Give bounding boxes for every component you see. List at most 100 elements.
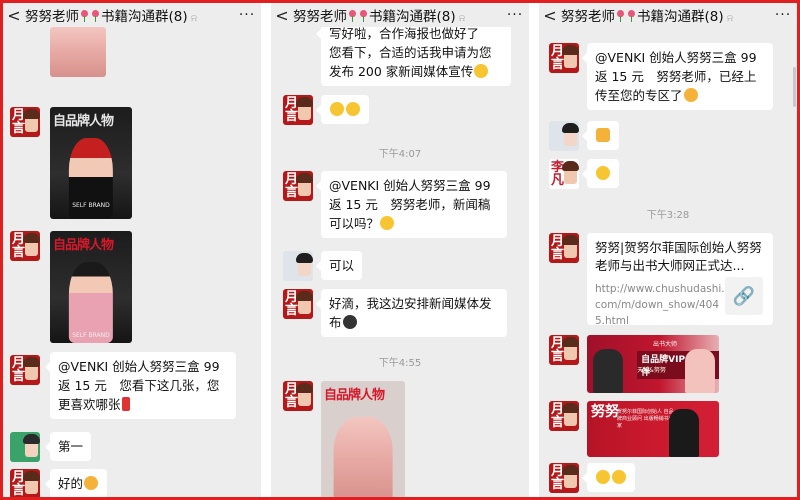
banner-person: [669, 409, 699, 457]
message-text: 写好啦，合作海报也做好了 您看下，合适的话我申请为您发布 200 家新闻媒体宣传: [329, 27, 492, 79]
message-bubble[interactable]: 好滴，我这边安排新闻媒体发布: [316, 289, 507, 337]
tulip-icon: [627, 10, 636, 22]
message-bubble[interactable]: 可以: [315, 251, 363, 280]
message-bubble[interactable]: [582, 159, 619, 188]
avatar[interactable]: 月言: [10, 107, 40, 137]
banner2-lines: 贺努尔菲国际创始人 自品牌商业顾问 出版畅销书作家: [617, 409, 674, 429]
message-bubble[interactable]: 第一: [44, 432, 92, 461]
avatar[interactable]: 李凡: [549, 159, 579, 189]
chat-title[interactable]: 努努老师 书籍沟通群(8) ⍾: [293, 5, 501, 25]
title-suffix: 书籍沟通群(8): [637, 9, 724, 25]
link-title: 努努|贺努尔菲国际创始人努努老师与出书大师网正式达...: [595, 240, 762, 273]
message-text: 可以: [329, 258, 355, 273]
avatar[interactable]: 月言: [283, 381, 313, 411]
avatar[interactable]: 月言: [283, 289, 313, 319]
link-card[interactable]: 努努|贺努尔菲国际创始人努努老师与出书大师网正式达... http://www.…: [587, 233, 773, 327]
vip-partner-banner-image[interactable]: 出书大师 自品牌VIP合作伙伴 天城&努努: [587, 335, 719, 393]
chat-header: < 努努老师 书籍沟通群(8) ⍾ ···: [539, 3, 797, 27]
avatar[interactable]: 月言: [549, 401, 579, 431]
chat-header: < 努努老师 书籍沟通群(8) ⍾ ···: [271, 3, 529, 27]
back-icon[interactable]: <: [539, 6, 561, 25]
thumbs-up-emoji-icon: [596, 128, 610, 142]
message-bubble[interactable]: [582, 463, 635, 492]
more-options-icon[interactable]: ···: [233, 7, 261, 23]
tulip-icon: [91, 10, 100, 22]
cover-person: [68, 262, 114, 343]
tulip-icon: [348, 10, 357, 22]
rock-hand-emoji-icon: [683, 88, 698, 102]
cover-subtitle: SELF BRAND: [72, 202, 110, 209]
back-icon[interactable]: <: [271, 6, 293, 25]
message-bubble[interactable]: 写好啦，合作海报也做好了 您看下，合适的话我申请为您发布 200 家新闻媒体宣传: [316, 27, 511, 86]
banner-person: [685, 349, 715, 393]
chat-image[interactable]: [50, 27, 106, 77]
title-suffix: 书籍沟通群(8): [369, 9, 456, 25]
message-bubble[interactable]: [316, 95, 369, 124]
link-url: http://www.chushudashi.com/m/down_show/4…: [595, 283, 725, 327]
divider: [529, 3, 539, 497]
magazine-cover-image[interactable]: 自品牌人物 SELF BRAND: [50, 107, 132, 219]
title-prefix: 努努老师: [561, 9, 615, 25]
avatar[interactable]: [283, 251, 313, 281]
more-options-icon[interactable]: ···: [769, 7, 797, 23]
avatar[interactable]: 月言: [549, 233, 579, 263]
link-icon: 🔗: [725, 277, 763, 315]
victory-emoji-icon: [474, 64, 489, 78]
title-prefix: 努努老师: [293, 9, 347, 25]
divider: [261, 3, 271, 497]
cover-masthead: 自品牌人物: [53, 238, 114, 253]
timestamp: 下午3:28: [646, 210, 690, 221]
cover-subtitle: SELF BRAND: [72, 332, 110, 339]
penguin-emoji-icon: [342, 315, 357, 329]
message-list[interactable]: 月言 自品牌人物 SELF BRAND 月言 自品牌人物 SELF BRAND …: [3, 27, 261, 497]
mute-icon: ⍾: [458, 13, 466, 24]
avatar[interactable]: 月言: [549, 335, 579, 365]
timestamp: 下午4:55: [378, 358, 422, 369]
message-text: @VENKI 创始人努努三盒 99 返 15 元 您看下这几张，您更喜欢哪张: [58, 359, 220, 412]
heart-eyes-emoji-icon: [612, 470, 626, 484]
avatar[interactable]: 月言: [283, 95, 313, 125]
chat-title[interactable]: 努努老师 书籍沟通群(8) ⍾: [25, 5, 233, 25]
chat-panel-1: < 努努老师 书籍沟通群(8) ⍾ ··· 月言 自品牌人物 SELF BRAND …: [3, 3, 261, 497]
message-text: 第一: [58, 439, 84, 454]
message-bubble[interactable]: @VENKI 创始人努努三盒 99 返 15 元 努努老师，新闻稿可以吗？: [316, 171, 507, 238]
avatar[interactable]: 月言: [10, 231, 40, 261]
magazine-cover-image[interactable]: 自品牌人物 SELF BRAND: [50, 231, 132, 343]
avatar[interactable]: 月言: [549, 463, 579, 493]
back-icon[interactable]: <: [3, 6, 25, 25]
banner-subtitle: 天城&努努: [637, 367, 666, 374]
chat-header: < 努努老师 书籍沟通群(8) ⍾ ···: [3, 3, 261, 27]
cover-masthead: 自品牌人物: [324, 388, 385, 403]
avatar[interactable]: 月言: [10, 355, 40, 385]
heart-eyes-emoji-icon: [596, 470, 610, 484]
timestamp: 下午4:07: [378, 149, 422, 160]
avatar[interactable]: 月言: [10, 469, 40, 497]
more-options-icon[interactable]: ···: [501, 7, 529, 23]
avatar[interactable]: [10, 432, 40, 462]
cover-masthead: 自品牌人物: [53, 114, 114, 129]
tulip-icon: [359, 10, 368, 22]
message-text: 好的: [58, 476, 84, 491]
banner2-title: 努努: [591, 404, 619, 420]
message-list[interactable]: 月言 @VENKI 创始人努努三盒 99 返 15 元 努努老师，已经上传至您的…: [539, 27, 797, 497]
title-prefix: 努努老师: [25, 9, 79, 25]
cover-person: [333, 417, 393, 497]
message-bubble[interactable]: [582, 121, 619, 150]
mute-icon: ⍾: [726, 13, 734, 24]
magazine-cover-image[interactable]: 自品牌人物: [321, 381, 405, 497]
avatar[interactable]: [549, 121, 579, 151]
nunu-banner-image[interactable]: 努努 贺努尔菲国际创始人 自品牌商业顾问 出版畅销书作家: [587, 401, 719, 457]
message-bubble[interactable]: @VENKI 创始人努努三盒 99 返 15 元 努努老师，已经上传至您的专区了: [582, 43, 773, 110]
chat-title[interactable]: 努努老师 书籍沟通群(8) ⍾: [561, 5, 769, 25]
message-list[interactable]: 写好啦，合作海报也做好了 您看下，合适的话我申请为您发布 200 家新闻媒体宣传…: [271, 27, 529, 497]
avatar[interactable]: 月言: [549, 43, 579, 73]
title-suffix: 书籍沟通群(8): [101, 9, 188, 25]
avatar[interactable]: 月言: [283, 171, 313, 201]
message-bubble[interactable]: 好的: [44, 469, 108, 497]
message-text: @VENKI 创始人努努三盒 99 返 15 元 努努老师，新闻稿可以吗？: [329, 178, 491, 231]
wink-emoji-icon: [596, 166, 610, 180]
scrollbar[interactable]: [793, 67, 796, 107]
tulip-icon: [616, 10, 625, 22]
message-bubble[interactable]: @VENKI 创始人努努三盒 99 返 15 元 您看下这几张，您更喜欢哪张: [45, 352, 236, 419]
chat-panel-3: < 努努老师 书籍沟通群(8) ⍾ ··· 月言 @VENKI 创始人努努三盒 99…: [539, 3, 797, 497]
